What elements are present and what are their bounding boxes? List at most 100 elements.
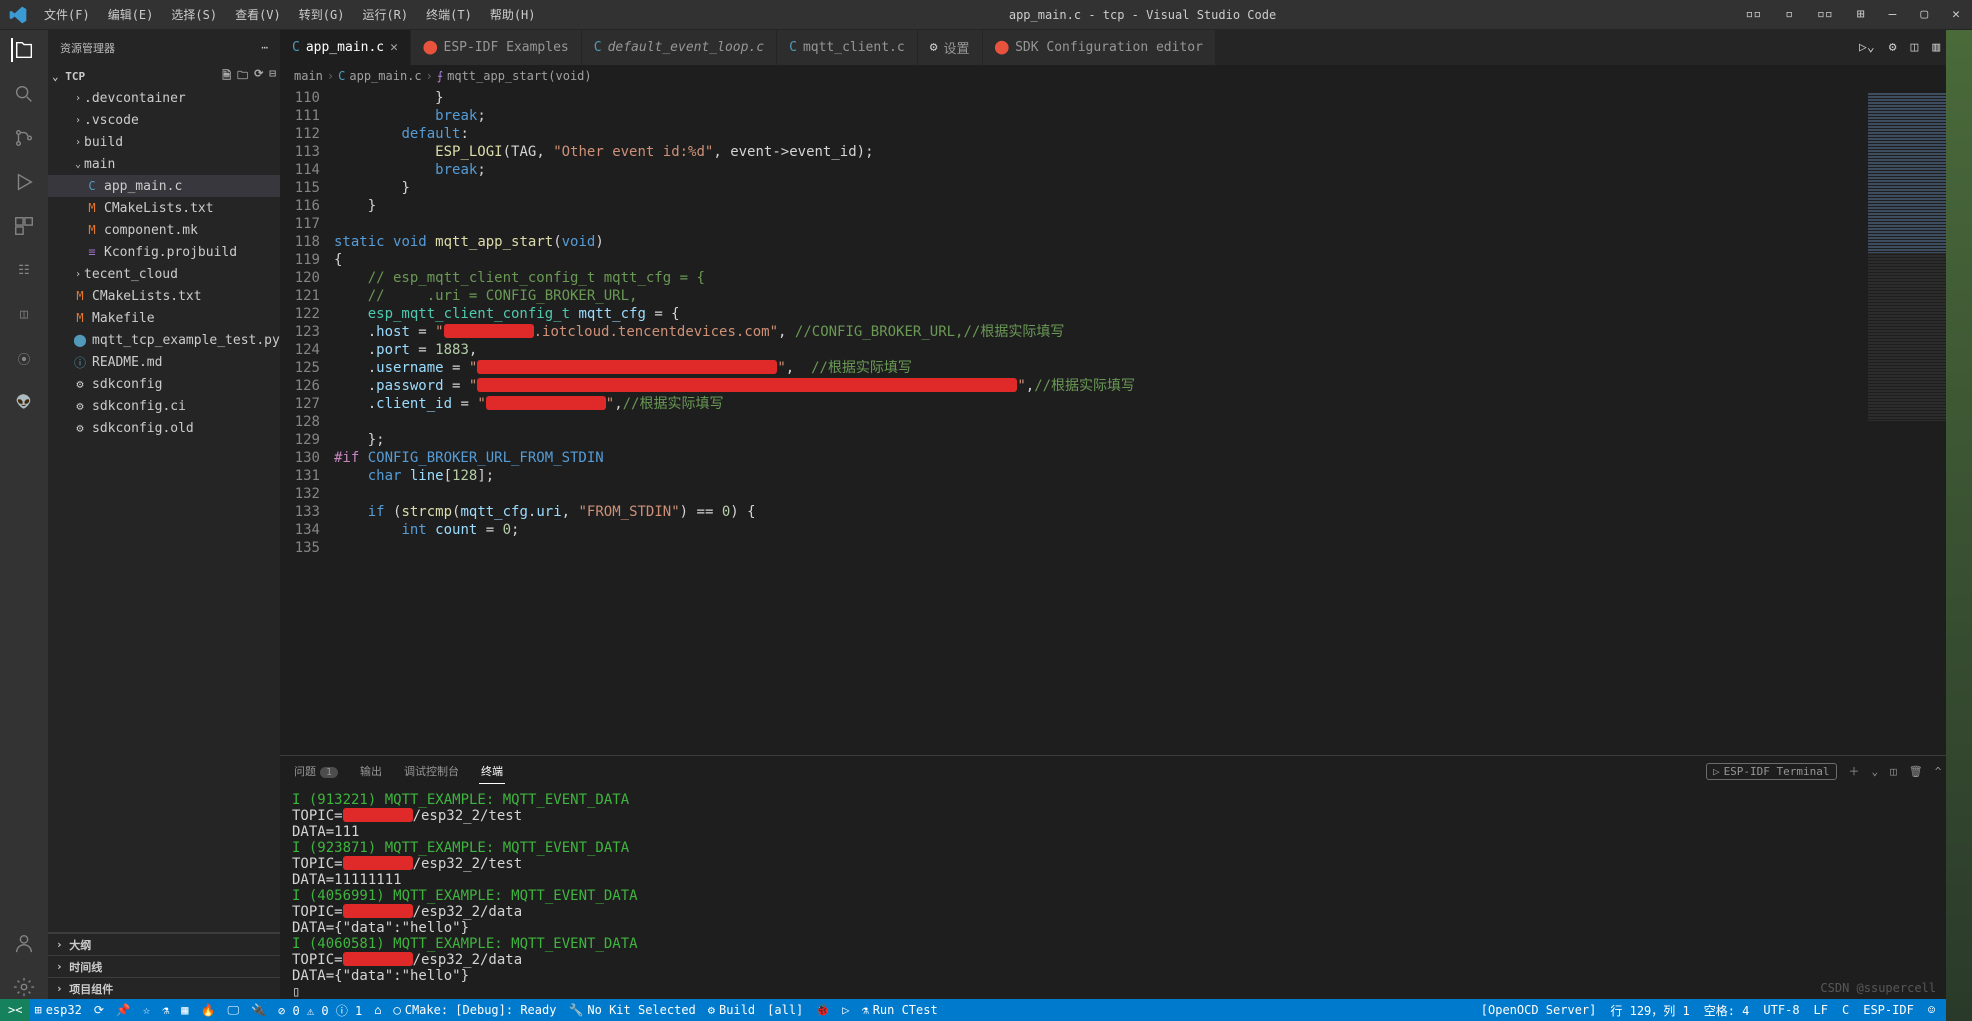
espressif-icon[interactable]: ⦿ bbox=[12, 346, 36, 370]
editor-tab[interactable]: Capp_main.c✕ bbox=[280, 30, 411, 65]
menu-item[interactable]: 编辑(E) bbox=[100, 2, 162, 27]
tab-debug-console[interactable]: 调试控制台 bbox=[402, 759, 461, 783]
settings-gear-icon[interactable] bbox=[12, 975, 36, 999]
breadcrumb-item[interactable]: main bbox=[294, 69, 323, 83]
extensions-icon[interactable] bbox=[12, 214, 36, 238]
layout-icon[interactable]: ▥ bbox=[1932, 40, 1940, 55]
chevron-down-icon[interactable]: ⌄ bbox=[1872, 765, 1879, 778]
split-editor-icon[interactable]: ◫ bbox=[1911, 40, 1919, 55]
breadcrumb-item[interactable]: mqtt_app_start(void) bbox=[447, 69, 592, 83]
maximize-icon[interactable]: ▢ bbox=[1916, 3, 1932, 26]
status-openocd[interactable]: [OpenOCD Server] bbox=[1481, 1003, 1597, 1017]
menu-item[interactable]: 文件(F) bbox=[36, 2, 98, 27]
tab-terminal[interactable]: 终端 bbox=[479, 759, 505, 784]
status-cursor[interactable]: 行 129，列 1 bbox=[1610, 1002, 1689, 1019]
menu-item[interactable]: 转到(G) bbox=[291, 2, 353, 27]
status-sync[interactable]: ⟳ bbox=[94, 1003, 104, 1017]
status-ctest[interactable]: ⚗ Run CTest bbox=[861, 1003, 937, 1017]
settings-icon[interactable]: ⚙ bbox=[1889, 40, 1897, 55]
tree-file[interactable]: Mcomponent.mk bbox=[48, 219, 280, 241]
search-icon[interactable] bbox=[12, 82, 36, 106]
sidebar-more-icon[interactable]: ⋯ bbox=[261, 41, 268, 54]
split-terminal-icon[interactable]: ◫ bbox=[1890, 765, 1897, 778]
status-eol[interactable]: LF bbox=[1814, 1003, 1828, 1017]
sidebar-section[interactable]: › 项目组件 bbox=[48, 977, 280, 999]
tree-file[interactable]: MCMakeLists.txt bbox=[48, 197, 280, 219]
kill-terminal-icon[interactable]: 🗑 bbox=[1909, 765, 1923, 778]
tree-file[interactable]: ⚙sdkconfig.old bbox=[48, 417, 280, 439]
tree-file[interactable]: MMakefile bbox=[48, 307, 280, 329]
sidebar-section[interactable]: › 大纲 bbox=[48, 933, 280, 955]
tree-file[interactable]: ⚙sdkconfig bbox=[48, 373, 280, 395]
editor-tab[interactable]: ⬤SDK Configuration editor bbox=[983, 30, 1216, 65]
editor-tab[interactable]: Cdefault_event_loop.c bbox=[582, 30, 777, 65]
layout-icon[interactable]: ▫ bbox=[1781, 3, 1797, 26]
editor-tab[interactable]: ⚙设置 bbox=[918, 30, 983, 65]
remote-indicator[interactable]: >< bbox=[0, 999, 30, 1021]
menu-item[interactable]: 运行(R) bbox=[354, 2, 416, 27]
run-icon[interactable]: ▷⌄ bbox=[1859, 40, 1875, 55]
sidebar-section[interactable]: › 时间线 bbox=[48, 955, 280, 977]
docker-icon[interactable]: ◫ bbox=[12, 302, 36, 326]
status-chip[interactable]: ▦ bbox=[181, 1003, 188, 1017]
collapse-icon[interactable]: ⊟ bbox=[269, 67, 276, 86]
status-flame[interactable]: 🔥 bbox=[201, 1003, 216, 1017]
breadcrumb[interactable]: main› C app_main.c› ⨍ mqtt_app_start(voi… bbox=[280, 65, 1972, 87]
tree-folder[interactable]: ⌄ main bbox=[48, 153, 280, 175]
menu-item[interactable]: 帮助(H) bbox=[482, 2, 544, 27]
status-errors[interactable]: ⊘ 0 ⚠ 0 ⓘ 1 bbox=[278, 1002, 362, 1019]
menu-item[interactable]: 选择(S) bbox=[163, 2, 225, 27]
status-nokit[interactable]: 🔧 No Kit Selected bbox=[568, 1003, 695, 1017]
source-control-icon[interactable] bbox=[12, 126, 36, 150]
status-plug[interactable]: 🔌 bbox=[251, 1003, 266, 1017]
refresh-icon[interactable]: ⟳ bbox=[254, 67, 263, 86]
status-encoding[interactable]: UTF-8 bbox=[1763, 1003, 1799, 1017]
status-beaker[interactable]: ⚗ bbox=[162, 1003, 169, 1017]
tab-problems[interactable]: 问题1 bbox=[292, 759, 340, 783]
tree-file[interactable]: MCMakeLists.txt bbox=[48, 285, 280, 307]
remote-icon[interactable]: ☷ bbox=[12, 258, 36, 282]
tree-folder[interactable]: › tecent_cloud bbox=[48, 263, 280, 285]
breadcrumb-item[interactable]: app_main.c bbox=[349, 69, 421, 83]
close-icon[interactable]: ✕ bbox=[1948, 3, 1964, 26]
menu-item[interactable]: 查看(V) bbox=[227, 2, 289, 27]
minimize-icon[interactable]: — bbox=[1885, 3, 1901, 26]
tree-folder[interactable]: › .vscode bbox=[48, 109, 280, 131]
tree-folder[interactable]: › build bbox=[48, 131, 280, 153]
new-folder-icon[interactable]: 🗀 bbox=[237, 67, 248, 86]
tree-file[interactable]: ⓘREADME.md bbox=[48, 351, 280, 373]
status-target[interactable]: [all] bbox=[767, 1003, 803, 1017]
status-cmake[interactable]: ◯ CMake: [Debug]: Ready bbox=[394, 1003, 557, 1017]
close-tab-icon[interactable]: ✕ bbox=[390, 40, 398, 55]
editor-tab[interactable]: ⬤ESP-IDF Examples bbox=[411, 30, 582, 65]
status-build[interactable]: ⚙ Build bbox=[708, 1003, 755, 1017]
terminal-label[interactable]: ▷ ESP-IDF Terminal bbox=[1706, 763, 1837, 780]
explorer-icon[interactable] bbox=[11, 38, 35, 62]
maximize-panel-icon[interactable]: ^ bbox=[1935, 765, 1942, 778]
status-star[interactable]: ☆ bbox=[143, 1003, 150, 1017]
layout-icon[interactable]: ⊞ bbox=[1853, 3, 1869, 26]
status-espidf[interactable]: ESP-IDF bbox=[1863, 1003, 1914, 1017]
status-debug-icon[interactable]: 🐞 bbox=[815, 1003, 830, 1017]
editor-tab[interactable]: Cmqtt_client.c bbox=[777, 30, 918, 65]
accounts-icon[interactable] bbox=[12, 931, 36, 955]
code-editor[interactable]: 110 111 112 113 114 115 116 117 118 119 … bbox=[280, 87, 1972, 755]
tree-file[interactable]: ⚙sdkconfig.ci bbox=[48, 395, 280, 417]
layout-icon[interactable]: ▫▫ bbox=[1813, 3, 1837, 26]
menu-item[interactable]: 终端(T) bbox=[418, 2, 480, 27]
new-terminal-icon[interactable]: ＋ bbox=[1849, 763, 1860, 779]
run-debug-icon[interactable] bbox=[12, 170, 36, 194]
layout-icon[interactable]: ▫▫ bbox=[1742, 3, 1766, 26]
status-esp[interactable]: ⊞ esp32 bbox=[34, 1003, 81, 1017]
status-run-icon[interactable]: ▷ bbox=[842, 1003, 849, 1017]
status-screen[interactable]: 🖵 bbox=[227, 1003, 239, 1018]
tree-file[interactable]: ≡Kconfig.projbuild bbox=[48, 241, 280, 263]
status-feedback-icon[interactable]: ☺ bbox=[1928, 1003, 1935, 1017]
new-file-icon[interactable]: 🗎 bbox=[222, 67, 231, 86]
terminal-output[interactable]: I (913221) MQTT_EXAMPLE: MQTT_EVENT_DATA… bbox=[280, 786, 1972, 999]
code-content[interactable]: } break; default: ESP_LOGI(TAG, "Other e… bbox=[334, 87, 1862, 755]
platformio-icon[interactable]: 👽 bbox=[12, 390, 36, 414]
tree-file[interactable]: Capp_main.c bbox=[48, 175, 280, 197]
tab-output[interactable]: 输出 bbox=[358, 759, 384, 783]
tree-file[interactable]: ⬤mqtt_tcp_example_test.py bbox=[48, 329, 280, 351]
